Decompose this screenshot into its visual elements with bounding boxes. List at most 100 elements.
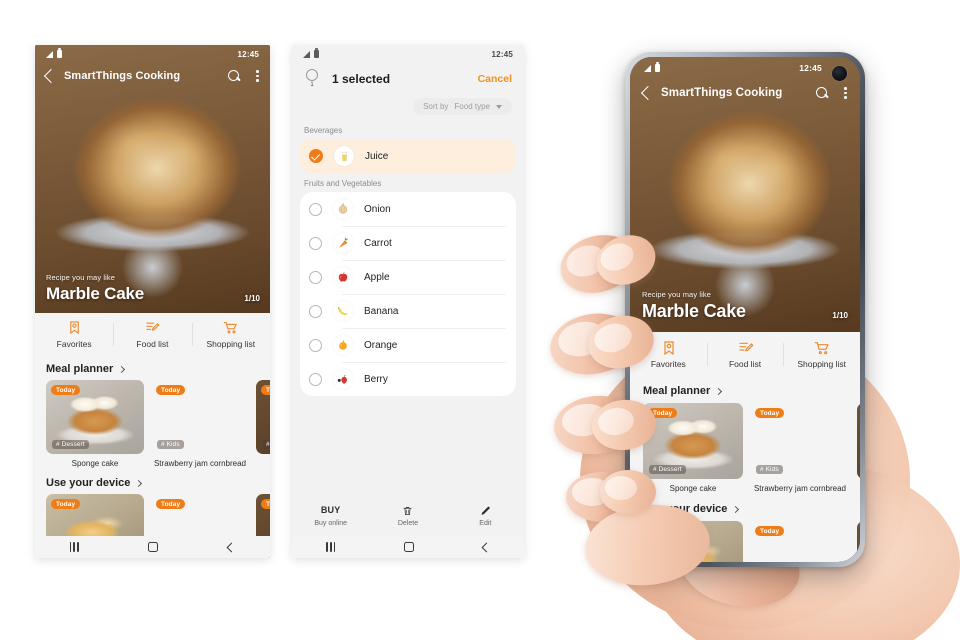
hero-caption: Recipe you may like Marble Cake <box>642 290 746 322</box>
quick-action-label: Favorites <box>650 359 686 369</box>
list-item-label: Onion <box>364 203 391 215</box>
checkbox-unchecked-icon[interactable] <box>309 270 322 284</box>
hero-banner[interactable]: 12:45 SmartThings Cooking Recipe you may… <box>35 45 270 313</box>
action-label: Delete <box>397 520 419 527</box>
banana-icon <box>333 301 353 321</box>
back-icon[interactable] <box>43 68 59 84</box>
section-header-meal-planner[interactable]: Meal planner <box>630 378 860 403</box>
sort-by-value: Food type <box>454 102 490 111</box>
back-icon[interactable] <box>640 85 656 101</box>
status-left <box>46 48 62 58</box>
status-time: 12:45 <box>237 49 259 59</box>
signal-icon <box>644 64 651 72</box>
list-item-berry[interactable]: Berry <box>300 362 516 396</box>
recipe-card[interactable]: Today # Kids Strawberry jam cornbread <box>750 403 850 494</box>
hashtag-label: # Dessert <box>52 440 89 449</box>
card-row-meal-planner[interactable]: Today # Dessert Sponge cake Today # Kids… <box>35 380 270 469</box>
back-icon[interactable] <box>226 542 237 552</box>
recipe-card[interactable]: Today # Af Fire <box>857 403 860 494</box>
home-icon[interactable] <box>403 542 414 552</box>
hashtag-label: # Kids <box>756 465 783 474</box>
sort-by-dropdown[interactable]: Sort by Food type <box>413 98 512 115</box>
list-item-juice[interactable]: Juice <box>300 139 516 173</box>
pencil-icon <box>479 504 491 516</box>
section-header-meal-planner[interactable]: Meal planner <box>35 357 270 380</box>
recipe-card-image: Today # Af <box>256 380 270 454</box>
recipe-card[interactable]: Today # Af Fire <box>256 380 270 469</box>
system-nav-bar <box>292 536 524 558</box>
phone-right-device: 12:45 SmartThings Cooking Recipe you may… <box>625 52 865 567</box>
section-title: Meal planner <box>46 363 114 375</box>
selection-title: 1 selected <box>332 71 391 86</box>
selection-app-bar: 1 1 selected Cancel <box>292 63 524 90</box>
recipe-card-label: Fire <box>857 484 860 494</box>
more-options-icon[interactable] <box>844 87 847 99</box>
checkbox-unchecked-icon[interactable] <box>309 236 322 250</box>
recipe-card[interactable]: Today # Dessert Sponge cake <box>643 403 743 494</box>
badge-today: Today <box>51 499 81 510</box>
edit-button[interactable]: Edit <box>447 504 524 527</box>
search-icon[interactable] <box>228 69 241 83</box>
buy-online-button[interactable]: BUY Buy online <box>292 504 369 527</box>
chevron-right-icon <box>135 479 143 487</box>
list-item-apple[interactable]: Apple <box>300 260 516 294</box>
list-item-onion[interactable]: Onion <box>300 192 516 226</box>
app-bar: SmartThings Cooking <box>35 63 270 89</box>
list-item-orange[interactable]: Orange <box>300 328 516 362</box>
list-item-banana[interactable]: Banana <box>300 294 516 328</box>
status-left <box>644 62 660 72</box>
quick-action-label: Food list <box>136 339 169 349</box>
quick-action-favorites[interactable]: Favorites <box>35 320 113 349</box>
quick-action-food-list[interactable]: Food list <box>113 320 191 349</box>
home-icon[interactable] <box>148 542 159 552</box>
back-icon[interactable] <box>481 542 492 552</box>
section-title: Meal planner <box>643 385 711 397</box>
hero-recipe-name: Marble Cake <box>46 284 144 303</box>
more-options-icon[interactable] <box>256 70 259 82</box>
recipe-card[interactable]: Today # Kids Strawberry jam cornbread <box>750 521 850 562</box>
device-screen-bezel: 12:45 SmartThings Cooking Recipe you may… <box>630 57 860 562</box>
checkbox-checked-icon[interactable] <box>309 149 323 163</box>
screenshot-canvas: 12:45 SmartThings Cooking Recipe you may… <box>0 0 960 640</box>
list-item-label: Juice <box>365 150 389 162</box>
quick-action-shopping-list[interactable]: Shopping list <box>191 320 270 349</box>
checkbox-unchecked-icon[interactable] <box>309 372 322 386</box>
quick-action-food-list[interactable]: Food list <box>706 340 784 369</box>
hero-banner[interactable]: 12:45 SmartThings Cooking Recipe you may… <box>630 57 860 332</box>
chevron-right-icon <box>715 387 723 395</box>
list-item-label: Berry <box>364 373 388 385</box>
list-item-label: Orange <box>364 339 398 351</box>
checkbox-unchecked-icon[interactable] <box>309 304 322 318</box>
action-label: Buy online <box>314 520 348 527</box>
recipe-card[interactable]: Today # Kids Strawberry jam cornbread <box>151 380 249 469</box>
quick-action-shopping-list[interactable]: Shopping list <box>783 340 860 369</box>
recipe-card[interactable]: Today # Dessert Sponge cake <box>46 380 144 469</box>
delete-button[interactable]: Delete <box>369 504 446 527</box>
card-row-meal-planner[interactable]: Today # Dessert Sponge cake Today # Kids… <box>630 403 860 494</box>
list-pencil-icon <box>145 320 160 335</box>
list-item-carrot[interactable]: Carrot <box>300 226 516 260</box>
recipe-card[interactable]: Today # Af Fire <box>857 521 860 562</box>
cancel-button[interactable]: Cancel <box>478 73 512 85</box>
recent-apps-icon[interactable] <box>69 542 79 552</box>
checkbox-unchecked-icon[interactable] <box>309 202 322 216</box>
list-item-label: Carrot <box>364 237 392 249</box>
badge-today: Today <box>51 385 81 395</box>
sort-row: Sort by Food type <box>292 90 524 120</box>
quick-action-label: Shopping list <box>206 339 256 349</box>
recent-apps-icon[interactable] <box>326 542 336 552</box>
select-all-control[interactable]: 1 <box>304 69 320 88</box>
sort-by-label: Sort by <box>423 102 449 111</box>
recipe-card-image: Today # Kids <box>750 403 850 479</box>
section-header-use-your-device[interactable]: Use your device <box>35 469 270 494</box>
shopping-cart-icon <box>223 320 238 335</box>
search-icon[interactable] <box>816 86 829 100</box>
checkbox-unchecked-icon[interactable] <box>309 338 322 352</box>
battery-icon <box>314 48 319 58</box>
recipe-card-image: Today # Kids <box>151 380 249 454</box>
app-bar: SmartThings Cooking <box>630 79 860 107</box>
phone3-screen: 12:45 SmartThings Cooking Recipe you may… <box>630 57 860 562</box>
select-all-radio-icon[interactable] <box>306 69 318 81</box>
onion-icon <box>333 199 353 219</box>
system-nav-bar <box>35 536 270 558</box>
